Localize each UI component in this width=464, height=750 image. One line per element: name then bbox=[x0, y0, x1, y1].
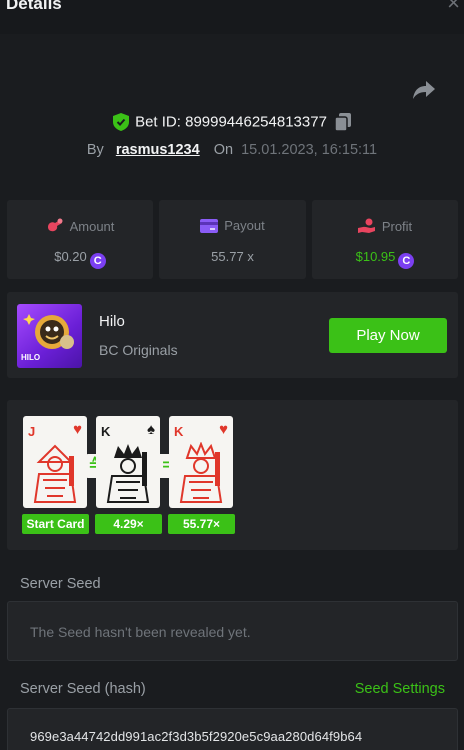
game-thumbnail[interactable]: HILO bbox=[17, 304, 82, 368]
server-seed-label: Server Seed bbox=[20, 576, 101, 592]
heart-suit-icon: ♥ bbox=[73, 421, 82, 438]
payout-stat: Payout 55.77 x bbox=[159, 200, 306, 279]
amount-label: Amount bbox=[69, 219, 115, 234]
card-tag: 4.29× bbox=[95, 514, 162, 534]
card-icon bbox=[200, 219, 219, 233]
card-rank: K bbox=[101, 424, 111, 439]
amount-icon bbox=[47, 218, 63, 232]
amount-stat: Amount $0.20 C bbox=[7, 200, 153, 279]
payout-label: Payout bbox=[224, 218, 265, 233]
king-figure-icon bbox=[179, 442, 223, 503]
playing-card: K ♥ bbox=[169, 416, 233, 508]
card-tag: Start Card bbox=[22, 514, 89, 534]
bet-id-text: Bet ID: 89999446254813377 bbox=[135, 113, 327, 131]
profit-stat: Profit $10.95 C bbox=[312, 200, 458, 279]
game-provider: BC Originals bbox=[99, 342, 178, 358]
server-seed-message: The Seed hasn't been revealed yet. bbox=[30, 624, 251, 640]
payout-value: 55.77 x bbox=[211, 249, 254, 264]
king-figure-icon bbox=[106, 444, 150, 503]
modal-title: Details bbox=[6, 0, 62, 13]
play-now-button[interactable]: Play Now bbox=[329, 318, 447, 353]
share-icon[interactable] bbox=[412, 80, 436, 100]
heart-suit-icon: ♥ bbox=[219, 421, 228, 438]
thumb-text: HILO bbox=[21, 353, 41, 362]
seed-settings-link[interactable]: Seed Settings bbox=[355, 681, 445, 697]
server-seed-hash: 969e3a44742dd991ac2f3d3b5f2920e5c9aa280d… bbox=[30, 729, 363, 744]
by-label: By bbox=[86, 142, 104, 158]
result-cards-panel: J ♥ ≙ K ♠ = K ♥ Start Card 4.29× 55.77× bbox=[7, 400, 458, 550]
modal-header: Details × bbox=[0, 0, 464, 34]
on-label: On bbox=[213, 142, 234, 158]
server-seed-hash-label: Server Seed (hash) bbox=[20, 681, 146, 697]
profit-icon bbox=[357, 218, 375, 233]
server-seed-hash-box: 969e3a44742dd991ac2f3d3b5f2920e5c9aa280d… bbox=[7, 708, 458, 750]
card-tag: 55.77× bbox=[168, 514, 235, 534]
profit-label: Profit bbox=[381, 219, 413, 234]
game-name: Hilo bbox=[99, 313, 125, 330]
playing-card: J ♥ bbox=[23, 416, 87, 508]
spade-suit-icon: ♠ bbox=[147, 421, 155, 438]
bet-datetime: 15.01.2023, 16:15:11 bbox=[241, 142, 378, 158]
playing-card: K ♠ bbox=[96, 416, 160, 508]
coin-icon: C bbox=[89, 253, 106, 269]
close-icon[interactable]: × bbox=[447, 0, 460, 14]
coin-icon: C bbox=[398, 253, 415, 269]
bet-id-row: Bet ID: 89999446254813377 bbox=[0, 113, 464, 132]
server-seed-box: The Seed hasn't been revealed yet. bbox=[7, 601, 458, 661]
game-card: HILO Hilo BC Originals Play Now bbox=[7, 292, 458, 378]
card-rank: J bbox=[28, 424, 36, 439]
profit-value: $10.95 bbox=[355, 249, 396, 264]
bet-author-row: By rasmus1234 On 15.01.2023, 16:15:11 bbox=[0, 142, 464, 158]
verified-shield-icon bbox=[113, 113, 130, 132]
username-link[interactable]: rasmus1234 bbox=[116, 142, 200, 158]
card-rank: K bbox=[174, 424, 184, 439]
copy-icon[interactable] bbox=[334, 113, 351, 132]
amount-value: $0.20 bbox=[54, 249, 87, 264]
jack-figure-icon bbox=[33, 444, 77, 503]
